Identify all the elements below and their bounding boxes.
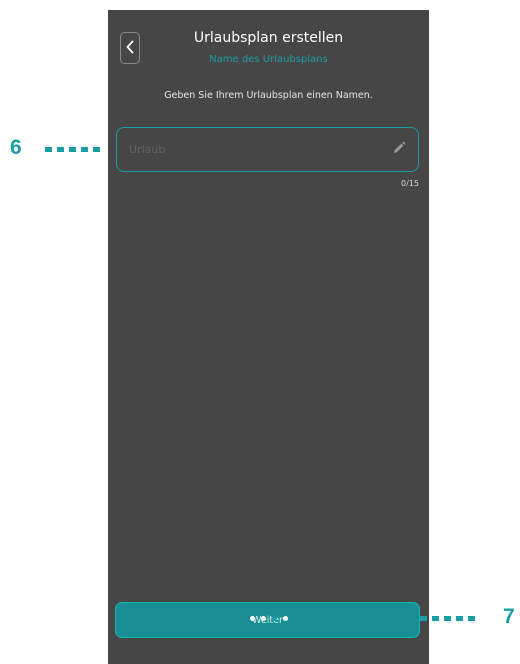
callout-number-button: 7: [503, 605, 515, 628]
callout-number-field: 6: [10, 136, 22, 159]
page-indicator: [108, 616, 429, 621]
page-subtitle: Name des Urlaubsplans: [209, 54, 328, 65]
callout-line-field: [45, 147, 102, 152]
instruction-text: Geben Sie Ihrem Urlaubsplan einen Namen.: [164, 90, 373, 101]
character-counter: 0/15: [401, 179, 419, 188]
page-title: Urlaubsplan erstellen: [193, 30, 344, 46]
callout-line-button: [420, 616, 480, 621]
app-screen: Urlaubsplan erstellen Name des Urlaubspl…: [108, 10, 429, 664]
plan-name-field[interactable]: [116, 127, 419, 172]
page-dot: [260, 616, 266, 621]
plan-name-input[interactable]: [129, 143, 369, 156]
page-dot: [249, 616, 255, 621]
page-dot: [282, 616, 288, 621]
pencil-icon[interactable]: [392, 140, 406, 159]
page-dot-active: [271, 616, 277, 621]
